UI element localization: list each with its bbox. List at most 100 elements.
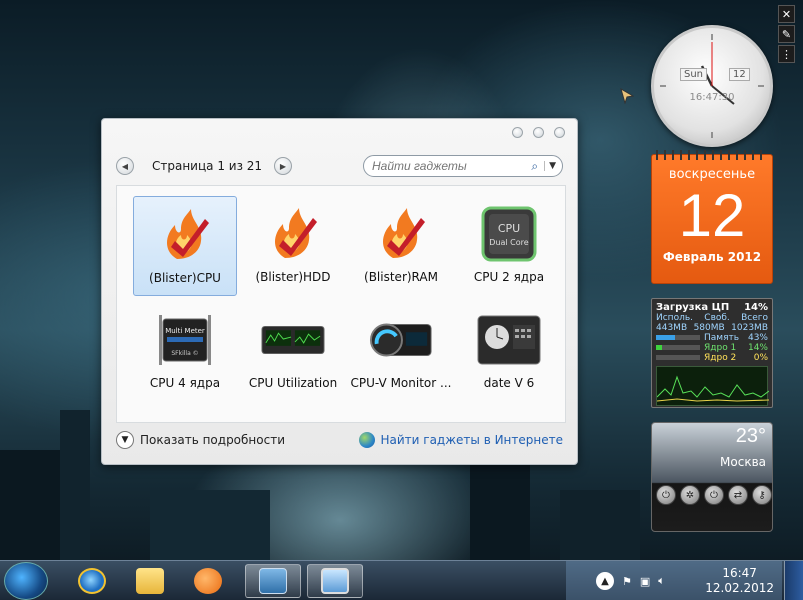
clock-digital-time: 16:47:30 [689,92,735,103]
next-page-button[interactable]: ▶ [274,157,292,175]
core1-row: Ядро 1 14% [656,343,768,353]
wrench-icon[interactable]: ✎ [778,25,795,43]
taskbar-media-player-button[interactable] [180,564,236,598]
gadget-label: date V 6 [483,376,535,390]
system-tray: ▲ ⚑ ▣ 🔈︎ 16:47 12.02.2012 [566,561,782,600]
gauge-monitor-icon [369,308,433,372]
arrow-left-icon: ◀ [121,161,129,171]
taskbar-ie-button[interactable] [64,564,120,598]
weather-gadget[interactable]: 23° Москва ⏻ ✲ ⏻ ⇄ ⚷ [651,422,773,532]
calendar-gadget[interactable]: воскресенье 12 Февраль 2012 [651,150,773,284]
weather-temperature: 23° [735,425,766,447]
flame-check-icon [369,202,433,266]
key-icon[interactable]: ⚷ [752,485,772,505]
analog-clock-gadget[interactable]: Sun 12 16:47:30 [651,25,773,147]
calendar-rings [656,150,768,160]
gadget-item[interactable]: (Blister)HDD [241,196,345,296]
header-free: Своб. [704,313,730,323]
calendar-month-year: Февраль 2012 [662,250,762,264]
gadget-item[interactable]: Multi Meter SFkilla © CPU 4 ядра [133,302,237,402]
svg-text:Dual Core: Dual Core [489,238,528,247]
folder-icon [136,568,164,594]
clock-calendar-icon [477,308,541,372]
gadgets-icon [259,568,287,594]
search-input[interactable] [372,159,522,173]
get-gadgets-online-link[interactable]: Найти гаджеты в Интернете [359,432,563,448]
volume-icon[interactable]: 🔈︎ [658,574,665,588]
gadget-label: (Blister)HDD [255,270,331,284]
settings-icon[interactable]: ✲ [680,485,700,505]
show-hidden-icons-icon[interactable]: ▲ [596,572,614,590]
mouse-cursor-icon [620,87,635,108]
flame-check-icon [261,202,325,266]
action-center-flag-icon[interactable]: ⚑ [622,575,632,588]
gadget-grid: (Blister)CPU (Blister)HDD (Blister)RAM C… [116,185,566,423]
chevron-down-icon[interactable]: ▼ [544,161,556,171]
standby-icon[interactable]: ⏻ [704,485,724,505]
svg-text:Multi Meter: Multi Meter [165,327,205,335]
search-gadgets-field[interactable]: ⌕ ▼ [363,155,563,177]
core2-label: Ядро 2 [704,353,737,363]
gadget-item[interactable]: date V 6 [457,302,561,402]
gadget-label: (Blister)CPU [149,271,221,285]
dialog-footer: ▼ Показать подробности Найти гаджеты в И… [116,429,563,451]
window-controls [512,127,565,138]
network-icon[interactable]: ▣ [640,575,650,588]
background-building [0,450,60,560]
taskbar-clock[interactable]: 16:47 12.02.2012 [705,566,782,596]
taskbar-gadgets-button[interactable] [245,564,301,598]
taskbar: ▲ ⚑ ▣ 🔈︎ 16:47 12.02.2012 [0,560,803,600]
background-building [150,490,270,560]
show-details-toggle[interactable]: ▼ Показать подробности [116,431,285,449]
cpu-chip-icon: CPU Dual Core [477,202,541,266]
gadget-item[interactable]: (Blister)RAM [349,196,453,296]
gadget-item[interactable]: CPU Dual Core CPU 2 ядра [457,196,561,296]
clock-date-box: 12 [729,68,750,81]
power-icon[interactable]: ⏻ [656,485,676,505]
drag-handle-icon[interactable]: ⋮ [778,45,795,63]
value-total: 1023MB [731,323,768,333]
gadgets-dialog: ◀ Страница 1 из 21 ▶ ⌕ ▼ (Blister)CPU (B… [101,118,578,465]
show-details-label: Показать подробности [140,433,285,447]
calendar-day-number: 12 [678,182,746,249]
core1-bar [656,345,700,350]
clock-face [660,34,764,138]
calendar-weekday: воскресенье [668,167,756,182]
clock-day-box: Sun [680,68,708,81]
cpu-meter-gadget[interactable]: Загрузка ЦП 14% Исполь. Своб. Всего 443M… [651,298,773,408]
memory-value: 43% [747,333,768,343]
show-desktop-button[interactable] [784,561,803,600]
svg-text:CPU: CPU [498,222,520,235]
header-total: Всего [741,313,768,323]
core1-label: Ядро 1 [704,343,737,353]
start-button[interactable] [4,562,48,600]
gadget-item[interactable]: CPU Utilization [241,302,345,402]
taskbar-time: 16:47 [722,566,757,580]
close-icon[interactable]: ✕ [778,5,795,23]
memory-label: Память [704,333,740,343]
weather-city: Москва [720,455,766,469]
chevron-down-icon: ▼ [116,431,134,449]
close-button[interactable] [554,127,565,138]
memory-values: 443MB 580MB 1023MB [656,323,768,333]
previous-page-button[interactable]: ◀ [116,157,134,175]
memory-bar [656,335,700,340]
gadget-item[interactable]: (Blister)CPU [133,196,237,296]
maximize-button[interactable] [533,127,544,138]
core2-row: Ядро 2 0% [656,353,768,363]
taskbar-display-button[interactable] [307,564,363,598]
taskbar-explorer-button[interactable] [122,564,178,598]
cpu-meter-load: 14% [744,302,768,313]
online-link-label: Найти гаджеты в Интернете [380,433,563,447]
core2-value: 0% [753,353,768,363]
memory-row: Память 43% [656,333,768,343]
page-indicator: Страница 1 из 21 [152,159,263,173]
minimize-button[interactable] [512,127,523,138]
switch-icon[interactable]: ⇄ [728,485,748,505]
internet-explorer-icon [78,568,106,594]
gadget-label: CPU Utilization [248,376,338,390]
search-icon[interactable]: ⌕ [531,159,538,174]
gadget-item[interactable]: CPU-V Monitor ... [349,302,453,402]
taskbar-date: 12.02.2012 [705,581,774,595]
svg-text:SFkilla ©: SFkilla © [171,350,198,357]
